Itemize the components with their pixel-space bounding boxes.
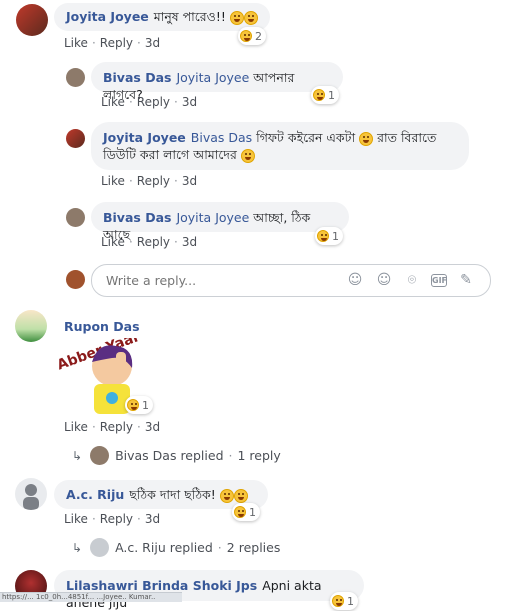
avatar-rupon[interactable] bbox=[15, 310, 47, 342]
comment-text-line2: ডিউটি করা লাগে আমাদের bbox=[103, 147, 237, 162]
haha-reaction-icon bbox=[332, 595, 344, 607]
comment-actions: Like · Reply · 3d bbox=[101, 95, 198, 109]
like-link[interactable]: Like bbox=[101, 95, 125, 109]
laughing-emoji-icon bbox=[359, 131, 374, 146]
timestamp[interactable]: 3d bbox=[182, 235, 197, 249]
avatar-bivas bbox=[90, 446, 110, 465]
haha-reaction-icon bbox=[127, 399, 139, 411]
reply-input-field[interactable] bbox=[104, 272, 338, 289]
like-link[interactable]: Like bbox=[64, 420, 88, 434]
comment-bubble: Joyita Joyee Bivas Das গিফট কইরেন একটা রা… bbox=[91, 122, 469, 170]
reaction-count[interactable]: 2 bbox=[238, 27, 266, 45]
avatar-joyita[interactable] bbox=[66, 129, 85, 148]
gif-icon[interactable]: GIF bbox=[431, 274, 447, 287]
reply-link[interactable]: Reply bbox=[100, 36, 133, 50]
person-silhouette-icon bbox=[23, 484, 39, 510]
comment-text: গিফট কইরেন একটা bbox=[256, 130, 356, 145]
thread-action: replied bbox=[169, 540, 213, 555]
comment-bubble: Joyita Joyee মানুষ পারেও!! bbox=[54, 3, 270, 31]
laughing-emoji-icon bbox=[240, 148, 255, 163]
laughing-emoji-icon bbox=[233, 488, 248, 503]
reply-link[interactable]: Reply bbox=[137, 95, 170, 109]
camera-icon[interactable]: ⌾ bbox=[404, 272, 420, 288]
timestamp[interactable]: 3d bbox=[182, 174, 197, 188]
timestamp[interactable]: 3d bbox=[145, 36, 160, 50]
laughing-emoji-icon bbox=[219, 488, 234, 503]
timestamp[interactable]: 3d bbox=[145, 512, 160, 526]
comment-actions: Like · Reply · 3d bbox=[101, 235, 198, 249]
thread-count: 2 replies bbox=[226, 540, 281, 555]
comment-text: মানুষ পারেও!! bbox=[153, 9, 226, 24]
reaction-count[interactable]: 1 bbox=[330, 592, 358, 610]
laughing-emoji-icon bbox=[229, 10, 244, 25]
comment-actions: Like · Reply · 3d bbox=[64, 36, 161, 50]
haha-reaction-icon bbox=[313, 89, 325, 101]
mention-link[interactable]: Bivas Das bbox=[191, 130, 252, 145]
reaction-count[interactable]: 1 bbox=[232, 503, 260, 521]
timestamp[interactable]: 3d bbox=[145, 420, 160, 434]
comment-author[interactable]: Joyita Joyee bbox=[103, 130, 186, 145]
haha-reaction-icon bbox=[317, 230, 329, 242]
mention-link[interactable]: Joyita Joyee bbox=[176, 70, 249, 85]
reply-link[interactable]: Reply bbox=[100, 420, 133, 434]
comment-line-1: Joyita Joyee Bivas Das গিফট কইরেন একটা রা… bbox=[103, 129, 457, 146]
like-link[interactable]: Like bbox=[101, 235, 125, 249]
avatar-riju[interactable] bbox=[15, 478, 47, 510]
laughing-emoji-icon bbox=[243, 10, 258, 25]
replies-link[interactable]: ↳ A.c. Riju replied · 2 replies bbox=[72, 538, 280, 557]
reply-link[interactable]: Reply bbox=[137, 174, 170, 188]
reply-arrow-icon: ↳ bbox=[72, 540, 83, 555]
like-link[interactable]: Like bbox=[64, 36, 88, 50]
comment-line-2: ডিউটি করা লাগে আমাদের bbox=[103, 146, 457, 163]
mention-link[interactable]: Joyita Joyee bbox=[176, 210, 249, 225]
avatar-riju bbox=[90, 538, 110, 557]
avatar-bivas[interactable] bbox=[66, 68, 85, 87]
haha-reaction-icon bbox=[240, 30, 252, 42]
reply-input[interactable]: ☺ ☺ ⌾ GIF ✎ bbox=[91, 264, 491, 297]
like-link[interactable]: Like bbox=[101, 174, 125, 188]
comment-author[interactable]: Rupon Das bbox=[64, 319, 140, 334]
avatar-joyita[interactable] bbox=[16, 4, 48, 36]
status-url: https://... 1c0_0h...4851f... ...Joyee..… bbox=[2, 593, 156, 601]
avatar-sticker-icon[interactable]: ☺ bbox=[347, 272, 363, 288]
like-link[interactable]: Like bbox=[64, 512, 88, 526]
comment-text: ছঠিক দাদা ছঠিক! bbox=[129, 487, 216, 502]
comment-actions: Like · Reply · 3d bbox=[101, 174, 198, 188]
comment-text-cont: রাত বিরাতে bbox=[377, 130, 437, 145]
comment-author[interactable]: Lilashawri Brinda Shoki Jps bbox=[66, 578, 257, 593]
reply-arrow-icon: ↳ bbox=[72, 448, 83, 463]
reaction-count[interactable]: 1 bbox=[315, 227, 343, 245]
comment-author[interactable]: A.c. Riju bbox=[66, 487, 124, 502]
replies-link[interactable]: ↳ Bivas Das replied · 1 reply bbox=[72, 446, 281, 465]
timestamp[interactable]: 3d bbox=[182, 95, 197, 109]
comment-author[interactable]: Bivas Das bbox=[103, 70, 171, 85]
thread-name: Bivas Das bbox=[115, 448, 177, 463]
reaction-count[interactable]: 1 bbox=[125, 396, 153, 414]
sticker-icon[interactable]: ✎ bbox=[458, 272, 474, 288]
haha-reaction-icon bbox=[234, 506, 246, 518]
comment-author[interactable]: Joyita Joyee bbox=[66, 9, 149, 24]
comment-actions: Like · Reply · 3d bbox=[64, 512, 161, 526]
reply-link[interactable]: Reply bbox=[100, 512, 133, 526]
comment-bubble: Bivas Das Joyita Joyee আচ্ছা, ঠিক আছে bbox=[91, 202, 349, 242]
reply-link[interactable]: Reply bbox=[137, 235, 170, 249]
emoji-icon[interactable]: ☺ bbox=[376, 272, 392, 288]
reaction-count[interactable]: 1 bbox=[311, 86, 339, 104]
thread-name: A.c. Riju bbox=[115, 540, 166, 555]
comment-bubble: Bivas Das Joyita Joyee আপনার লাগবে? bbox=[91, 62, 343, 102]
comment-actions: Like · Reply · 3d bbox=[64, 420, 161, 434]
thread-action: replied bbox=[180, 448, 224, 463]
thread-count: 1 reply bbox=[237, 448, 281, 463]
avatar-bivas[interactable] bbox=[66, 208, 85, 227]
avatar-current-user bbox=[66, 270, 85, 289]
comment-author[interactable]: Bivas Das bbox=[103, 210, 171, 225]
